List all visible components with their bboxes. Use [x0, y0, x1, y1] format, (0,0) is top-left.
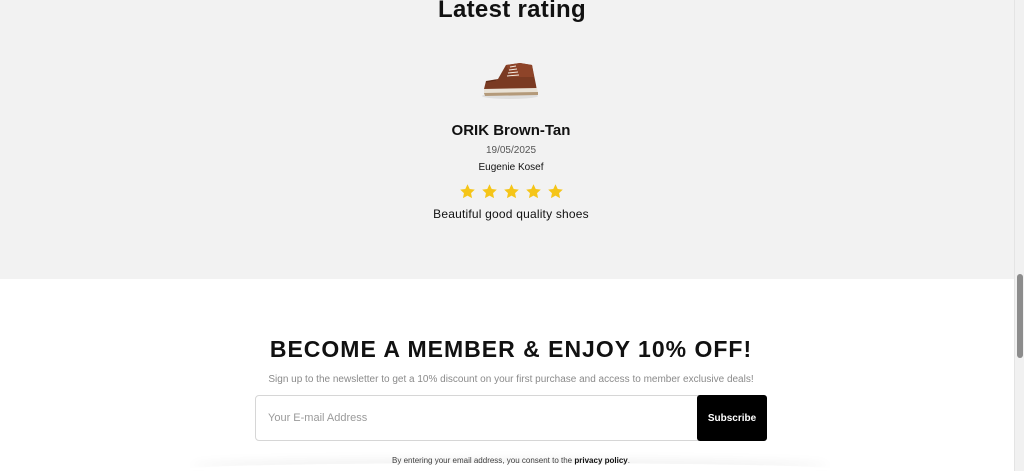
newsletter-subtitle: Sign up to the newsletter to get a 10% d… [268, 374, 754, 385]
product-name[interactable]: ORIK Brown-Tan [0, 122, 1022, 139]
newsletter-form: Subscribe [255, 395, 767, 441]
scrollbar-thumb[interactable] [1017, 274, 1023, 358]
newsletter-section: BECOME A MEMBER & ENJOY 10% OFF! Sign up… [0, 279, 1014, 471]
email-input[interactable] [256, 396, 698, 440]
review-date: 19/05/2025 [485, 145, 537, 156]
star-rating [459, 183, 564, 203]
star-icon [548, 184, 563, 199]
star-icon [460, 184, 475, 199]
rating-title: Latest rating [438, 0, 586, 23]
star-icon [526, 184, 541, 199]
star-icon [504, 184, 519, 199]
footer-shadow [190, 463, 830, 471]
review-text: Beautiful good quality shoes [433, 207, 589, 221]
reviewer-name: Eugenie Kosef [478, 162, 544, 173]
newsletter-title: BECOME A MEMBER & ENJOY 10% OFF! [269, 336, 753, 362]
star-icon [482, 184, 497, 199]
product-image[interactable] [476, 55, 544, 103]
latest-rating-section: Latest rating ORIK Brown-Tan 19/05/2025 … [0, 0, 1014, 279]
page-scrollbar[interactable] [1014, 0, 1024, 471]
page: Latest rating ORIK Brown-Tan 19/05/2025 … [0, 0, 1014, 471]
subscribe-button[interactable]: Subscribe [697, 395, 767, 441]
